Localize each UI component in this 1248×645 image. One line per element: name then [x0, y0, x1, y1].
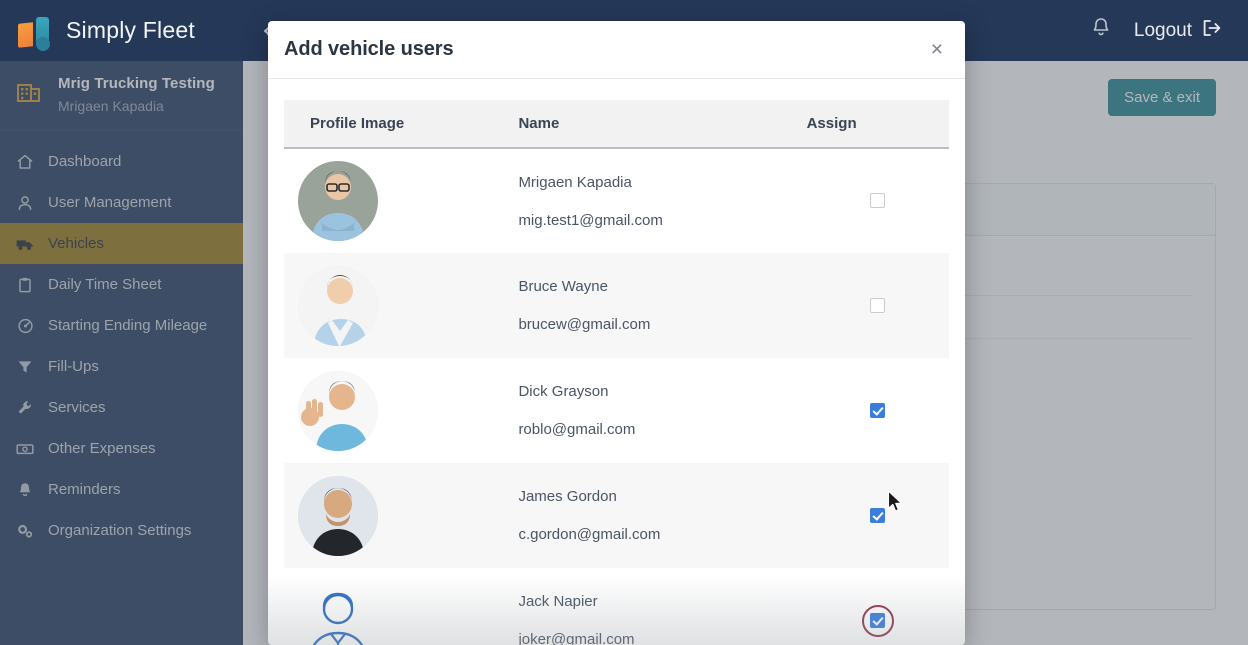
simply-fleet-logo-icon — [16, 13, 58, 51]
brand-title: Simply Fleet — [66, 17, 195, 43]
modal-body: Profile Image Name Assign Mrigaen Kapadi… — [268, 79, 965, 645]
avatar — [298, 475, 378, 556]
modal-title: Add vehicle users — [284, 38, 454, 60]
table-row[interactable]: Mrigaen Kapadia mig.test1@gmail.com — [284, 148, 949, 253]
table-row[interactable]: Jack Napier joker@gmail.com — [284, 568, 949, 645]
user-email: mig.test1@gmail.com — [518, 211, 663, 229]
logout-label: Logout — [1133, 19, 1192, 41]
column-name: Name — [518, 100, 807, 149]
logout-button[interactable]: Logout — [1134, 18, 1222, 44]
table-row[interactable]: Dick Grayson roblo@gmail.com — [284, 358, 949, 463]
table-header-row: Profile Image Name Assign — [284, 100, 949, 149]
user-email: joker@gmail.com — [518, 631, 635, 645]
avatar — [298, 370, 378, 451]
app-root: Simply Fleet Logout Mrig Trucking Testin… — [0, 0, 1248, 645]
add-vehicle-users-modal: Add vehicle users × Profile Image Name A… — [268, 21, 965, 645]
table-row[interactable]: James Gordon c.gordon@gmail.com — [284, 463, 949, 568]
user-name: Jack Napier — [518, 593, 598, 610]
column-assign: Assign — [806, 100, 949, 149]
notification-bell-icon[interactable] — [1090, 16, 1112, 45]
assign-checkbox[interactable] — [870, 507, 886, 523]
user-email: c.gordon@gmail.com — [518, 526, 661, 543]
user-name: Dick Grayson — [518, 383, 609, 400]
assign-checkbox[interactable] — [870, 297, 886, 313]
table-row[interactable]: Bruce Wayne brucew@gmail.com — [284, 253, 949, 358]
column-profile-image: Profile Image — [284, 100, 519, 149]
avatar — [298, 580, 378, 645]
top-bar-actions: Logout — [1090, 16, 1248, 45]
user-email: brucew@gmail.com — [518, 316, 651, 333]
brand[interactable]: Simply Fleet — [0, 13, 243, 51]
user-email: roblo@gmail.com — [518, 421, 636, 438]
modal-header: Add vehicle users × — [268, 21, 965, 79]
highlighted-assign-cell — [861, 604, 894, 637]
vehicle-users-table: Profile Image Name Assign Mrigaen Kapadi… — [284, 100, 949, 645]
user-name: James Gordon — [518, 488, 617, 505]
assign-checkbox[interactable] — [870, 193, 886, 209]
avatar — [298, 265, 378, 346]
assign-checkbox[interactable] — [870, 402, 886, 418]
avatar — [298, 161, 378, 241]
user-name: Mrigaen Kapadia — [518, 173, 632, 191]
table-body: Mrigaen Kapadia mig.test1@gmail.com Bruc… — [284, 148, 949, 645]
user-name: Bruce Wayne — [518, 278, 608, 295]
close-icon[interactable]: × — [931, 39, 943, 60]
sign-out-icon — [1201, 18, 1222, 44]
assign-checkbox[interactable] — [870, 612, 886, 628]
